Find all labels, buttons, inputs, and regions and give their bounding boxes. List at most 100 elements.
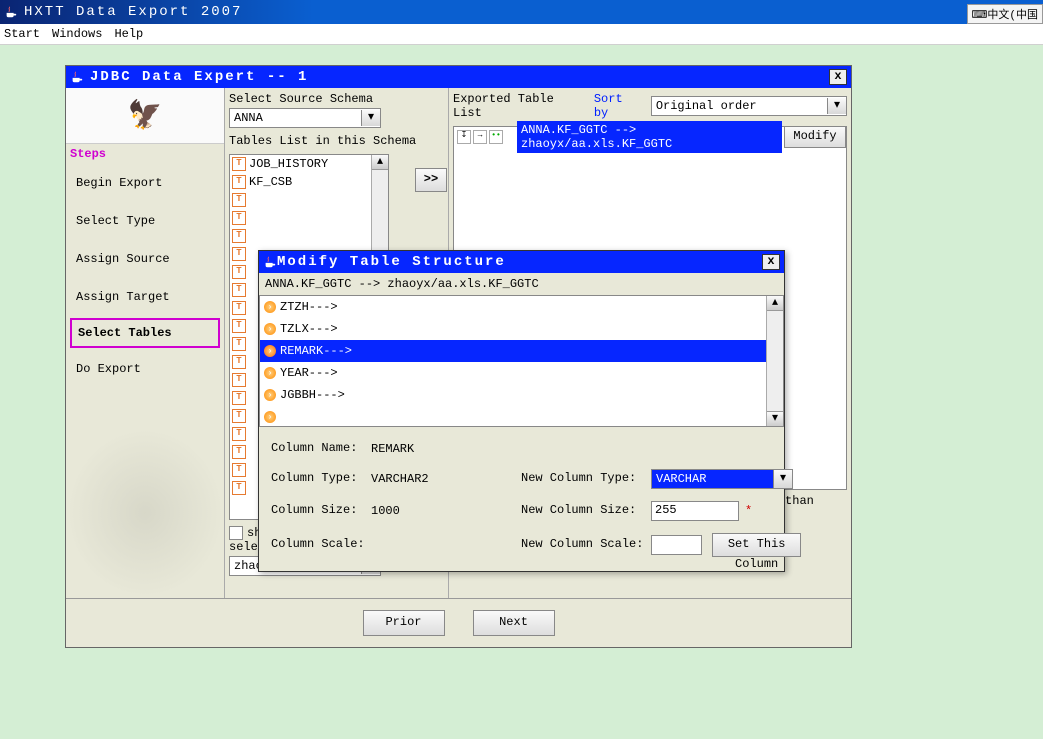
table-row[interactable]: T <box>230 209 388 227</box>
step-select-type[interactable]: Select Type <box>66 202 224 240</box>
modify-subtitle: ANNA.KF_GGTC --> zhaoyx/aa.xls.KF_GGTC <box>259 273 784 295</box>
table-row[interactable]: T <box>230 191 388 209</box>
column-row[interactable]: › YEAR---> <box>260 362 783 384</box>
modify-title: Modify Table Structure <box>277 254 506 270</box>
java-icon <box>4 5 18 19</box>
column-type-label: Column Type: <box>271 471 371 485</box>
schema-value: ANNA <box>230 111 361 125</box>
column-size-value: 1000 <box>371 504 521 518</box>
logo-eagle: 🦅 <box>66 88 224 144</box>
step-do-export[interactable]: Do Export <box>66 350 224 388</box>
table-icon: T <box>232 175 246 189</box>
chevron-down-icon[interactable]: ▾ <box>827 98 846 114</box>
modify-close-button[interactable]: x <box>762 254 780 270</box>
arrow-right-icon: → <box>473 130 487 144</box>
table-icon: T <box>232 193 246 207</box>
modify-table-structure-dialog: Modify Table Structure x ANNA.KF_GGTC --… <box>258 250 785 572</box>
column-name: YEAR---> <box>280 366 338 380</box>
new-column-size-label: New Column Size: <box>521 503 651 517</box>
column-status-icon: › <box>264 367 276 379</box>
column-name: REMARK---> <box>280 344 352 358</box>
sort-by-select[interactable]: Original order ▾ <box>651 96 847 116</box>
schema-select[interactable]: ANNA ▾ <box>229 108 381 128</box>
scroll-up-icon[interactable]: ▴ <box>767 296 783 311</box>
select-source-schema-label: Select Source Schema <box>229 92 444 106</box>
prior-button[interactable]: Prior <box>363 610 445 636</box>
set-this-column-button[interactable]: Set This Column <box>712 533 801 557</box>
sort-by-value: Original order <box>652 99 827 113</box>
required-star-icon: * <box>745 504 752 518</box>
chevron-down-icon[interactable]: ▾ <box>361 110 380 126</box>
new-column-scale-label: New Column Scale: <box>521 537 651 551</box>
table-icon: T <box>232 337 246 351</box>
export-mapping: ANNA.KF_GGTC --> zhaoyx/aa.xls.KF_GGTC <box>517 121 782 153</box>
column-name-label: Column Name: <box>271 441 371 455</box>
table-icon: T <box>232 427 246 441</box>
transfer-button[interactable]: >> <box>415 168 447 192</box>
export-header: Exported Table List Sort by Original ord… <box>453 92 847 120</box>
table-icon: T <box>232 373 246 387</box>
next-button[interactable]: Next <box>473 610 555 636</box>
column-row[interactable]: ›TZLX---> <box>260 318 783 340</box>
jdbc-close-button[interactable]: x <box>829 69 847 85</box>
column-type-value: VARCHAR2 <box>371 472 521 486</box>
new-column-type-label: New Column Type: <box>521 471 651 485</box>
columns-list[interactable]: ›ZTZH---> ›TZLX---> ›REMARK---> ›YEAR---… <box>259 295 784 427</box>
column-status-icon: › <box>264 411 276 423</box>
scroll-up-icon[interactable]: ▴ <box>372 155 388 170</box>
chevron-down-icon[interactable]: ▾ <box>773 470 792 488</box>
table-icon: T <box>232 157 246 171</box>
sort-by-label: Sort by <box>594 92 643 120</box>
table-icon: T <box>232 319 246 333</box>
menu-start[interactable]: Start <box>4 27 40 41</box>
table-row[interactable]: TJOB_HISTORY <box>230 155 388 173</box>
mdi-desktop: JDBC Data Expert -- 1 x 🦅 Steps Begin Ex… <box>0 45 1043 739</box>
wizard-nav: Prior Next <box>66 598 851 647</box>
jdbc-titlebar[interactable]: JDBC Data Expert -- 1 x <box>66 66 851 88</box>
ime-badge[interactable]: ⌨中文(中国 <box>967 4 1043 24</box>
new-column-scale-input[interactable] <box>651 535 702 555</box>
column-name: JGBBH---> <box>280 388 345 402</box>
step-begin-export[interactable]: Begin Export <box>66 164 224 202</box>
column-row[interactable]: ›JGBBH---> <box>260 384 783 406</box>
scroll-down-icon[interactable]: ▾ <box>767 411 783 426</box>
menu-help[interactable]: Help <box>114 27 143 41</box>
table-icon: T <box>232 355 246 369</box>
new-column-type-select[interactable]: VARCHAR ▾ <box>651 469 793 489</box>
modify-titlebar[interactable]: Modify Table Structure x <box>259 251 784 273</box>
column-row[interactable]: ›ZTZH---> <box>260 296 783 318</box>
columns-scrollbar[interactable]: ▴ ▾ <box>766 296 783 426</box>
table-icon: T <box>232 463 246 477</box>
export-row[interactable]: ↧ → •• ANNA.KF_GGTC --> zhaoyx/aa.xls.KF… <box>454 127 846 147</box>
step-assign-target[interactable]: Assign Target <box>66 278 224 316</box>
steps-header: Steps <box>66 144 224 164</box>
java-icon <box>263 255 277 269</box>
step-assign-source[interactable]: Assign Source <box>66 240 224 278</box>
column-size-label: Column Size: <box>271 503 371 517</box>
show-tables-views-checkbox[interactable] <box>229 526 243 540</box>
column-status-icon: › <box>264 345 276 357</box>
column-detail-grid: Column Name: REMARK Column Type: VARCHAR… <box>259 427 784 571</box>
table-icon: T <box>232 247 246 261</box>
step-select-tables[interactable]: Select Tables <box>70 318 220 348</box>
mapping-icons: ↧ → •• <box>454 130 517 144</box>
steps-sidebar: 🦅 Steps Begin Export Select Type Assign … <box>66 88 225 598</box>
table-icon: T <box>232 265 246 279</box>
modify-button[interactable]: Modify <box>784 126 846 148</box>
column-row[interactable]: › REMARK---> <box>260 340 783 362</box>
new-column-size-input[interactable]: 255 <box>651 501 739 521</box>
table-row[interactable]: TKF_CSB <box>230 173 388 191</box>
column-name: TZLX---> <box>280 322 338 336</box>
app-title: HXTT Data Export 2007 <box>24 4 242 20</box>
table-icon: T <box>232 283 246 297</box>
table-icon: T <box>232 229 246 243</box>
exported-table-list-label: Exported Table List <box>453 92 586 120</box>
table-name: JOB_HISTORY <box>249 157 328 171</box>
table-icon: T <box>232 409 246 423</box>
menu-windows[interactable]: Windows <box>52 27 102 41</box>
column-row[interactable]: › <box>260 406 783 427</box>
app-titlebar: HXTT Data Export 2007 <box>0 0 1043 24</box>
menu-bar: Start Windows Help <box>0 24 1043 45</box>
table-row[interactable]: T <box>230 227 388 245</box>
traffic-icon: •• <box>489 130 503 144</box>
